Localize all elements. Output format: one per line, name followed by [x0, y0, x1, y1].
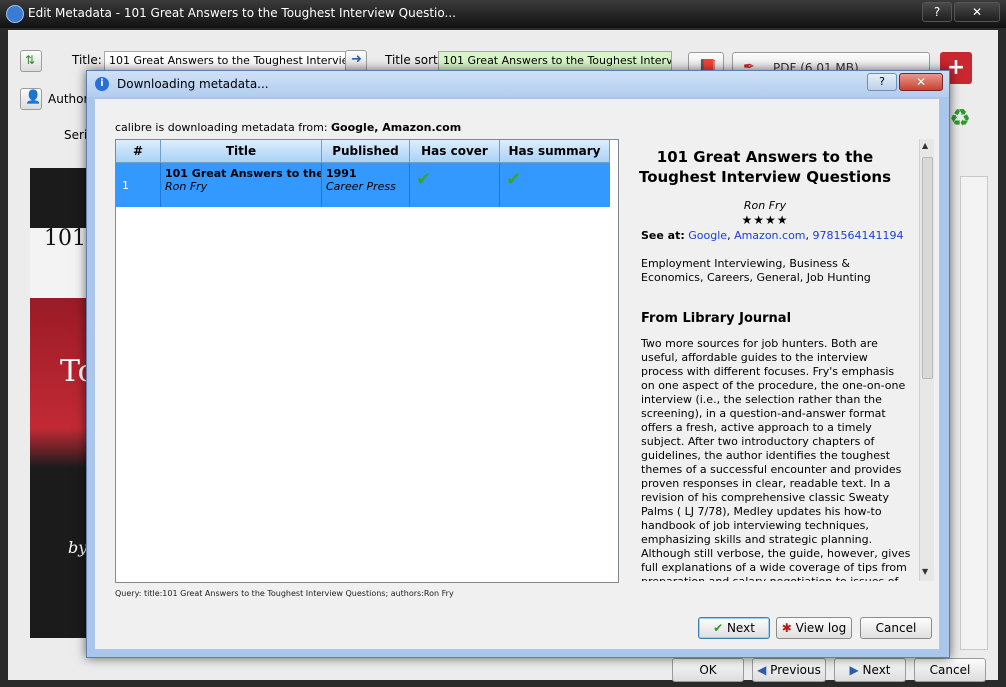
edit-metadata-title: Edit Metadata - 101 Great Answers to the…: [28, 6, 456, 20]
detail-rating-stars: ★★★★: [741, 213, 789, 227]
detail-author: Ron Fry: [743, 199, 787, 212]
downloading-metadata-dialog: i Downloading metadata... ? ✕ calibre is…: [86, 70, 950, 658]
result-author: Ron Fry: [165, 180, 208, 193]
table-row[interactable]: 1 101 Great Answers to the Toughest Inte…: [116, 163, 610, 207]
view-log-label: View log: [795, 621, 847, 635]
result-year: 1991: [326, 167, 357, 180]
dialog-title: Downloading metadata...: [117, 77, 269, 91]
ok-button[interactable]: OK: [672, 658, 744, 682]
title-cell: 101 Great Answers to the Toughest Interv…: [161, 163, 322, 207]
details-scrollbar[interactable]: ▲ ▼: [919, 139, 934, 581]
dialog-close-button[interactable]: ✕: [899, 73, 943, 91]
cover-text-by: by: [68, 538, 88, 557]
dialog-titlebar: i Downloading metadata... ? ✕: [87, 71, 949, 97]
scroll-thumb[interactable]: [922, 157, 933, 379]
right-panel-edge: [960, 176, 988, 650]
copy-title-sort-button[interactable]: ➜: [345, 50, 367, 72]
previous-label: Previous: [770, 663, 821, 677]
query-text: Query: title:101 Great Answers to the To…: [115, 589, 454, 598]
bug-icon: ✱: [781, 621, 792, 635]
info-icon: i: [95, 77, 109, 91]
person-icon: 👤: [25, 90, 42, 105]
edit-metadata-titlebar: Edit Metadata - 101 Great Answers to the…: [0, 0, 1006, 28]
detail-tags: Employment Interviewing, Business & Econ…: [641, 257, 871, 284]
cancel-edit-button[interactable]: Cancel: [914, 658, 986, 682]
next-label: Next: [862, 663, 891, 677]
title-input[interactable]: 101 Great Answers to the Toughest Interv…: [104, 51, 346, 71]
calibre-app-icon: [6, 5, 24, 23]
result-publisher: Career Press: [326, 180, 396, 193]
downloading-prefix: calibre is downloading metadata from:: [115, 121, 328, 134]
detail-see-at: See at: Google, Amazon.com, 978156414119…: [641, 229, 904, 242]
check-icon: ✔: [506, 169, 522, 190]
check-icon: ✔: [416, 169, 432, 190]
column-header-published[interactable]: Published: [322, 140, 410, 163]
title-sort-input[interactable]: 101 Great Answers to the Toughest Interv…: [438, 51, 672, 71]
dialog-next-label: Next: [726, 621, 755, 635]
scroll-up-arrow-icon[interactable]: ▲: [922, 141, 928, 150]
scroll-down-arrow-icon[interactable]: ▼: [922, 567, 928, 576]
title-label: Title:: [72, 53, 102, 67]
arrow-left-icon: ◀: [757, 663, 767, 677]
results-table[interactable]: # Title Published Has cover Has summary …: [115, 139, 619, 583]
book-cover-image[interactable]: 101 To by: [30, 168, 96, 638]
arrow-right-icon: ▶: [849, 663, 859, 677]
previous-button[interactable]: ◀ Previous: [752, 658, 826, 682]
view-log-button[interactable]: ✱ View log: [776, 617, 852, 639]
author-button[interactable]: 👤: [20, 88, 42, 110]
checkmark-icon: ✔: [713, 621, 724, 635]
book-details-panel: 101 Great Answers to the Toughest Interv…: [625, 139, 925, 581]
has-summary-cell: ✔: [500, 163, 609, 207]
title-sort-label: Title sort:: [385, 53, 442, 67]
dialog-client: calibre is downloading metadata from: Go…: [95, 99, 939, 649]
dialog-cancel-button[interactable]: Cancel: [860, 617, 932, 639]
recycle-icon[interactable]: ♻: [946, 104, 974, 132]
swap-title-author-button[interactable]: ⇅: [20, 50, 42, 72]
detail-comments: Two more sources for job hunters. Both a…: [641, 337, 911, 581]
dialog-next-button[interactable]: ✔ Next: [698, 617, 770, 639]
detail-comments-heading: From Library Journal: [641, 311, 792, 326]
isbn-link[interactable]: 9781564141194: [813, 229, 904, 242]
has-cover-cell: ✔: [410, 163, 500, 207]
amazon-link[interactable]: Amazon.com: [734, 229, 805, 242]
result-title: 101 Great Answers to the Toughest Interv…: [165, 167, 322, 180]
swap-icon: ⇅: [25, 53, 36, 67]
column-header-has-summary[interactable]: Has summary: [500, 140, 610, 163]
column-header-has-cover[interactable]: Has cover: [410, 140, 500, 163]
google-link[interactable]: Google: [688, 229, 727, 242]
see-at-label: See at:: [641, 229, 685, 242]
column-header-title[interactable]: Title: [161, 140, 322, 163]
column-header-number[interactable]: #: [116, 140, 161, 163]
arrow-right-icon: ➜: [351, 52, 362, 67]
next-book-button[interactable]: ▶ Next: [834, 658, 906, 682]
dialog-help-button[interactable]: ?: [867, 73, 897, 91]
downloading-sources: Google, Amazon.com: [331, 121, 462, 134]
published-cell: 1991 Career Press: [322, 163, 410, 207]
row-number-cell: 1: [116, 163, 161, 207]
downloading-status: calibre is downloading metadata from: Go…: [115, 121, 461, 134]
row-number: 1: [122, 179, 129, 192]
help-button[interactable]: ?: [922, 2, 952, 22]
cover-text-number: 101: [44, 226, 86, 251]
close-button[interactable]: ✕: [954, 2, 1000, 22]
detail-title: 101 Great Answers to the Toughest Interv…: [638, 148, 892, 186]
